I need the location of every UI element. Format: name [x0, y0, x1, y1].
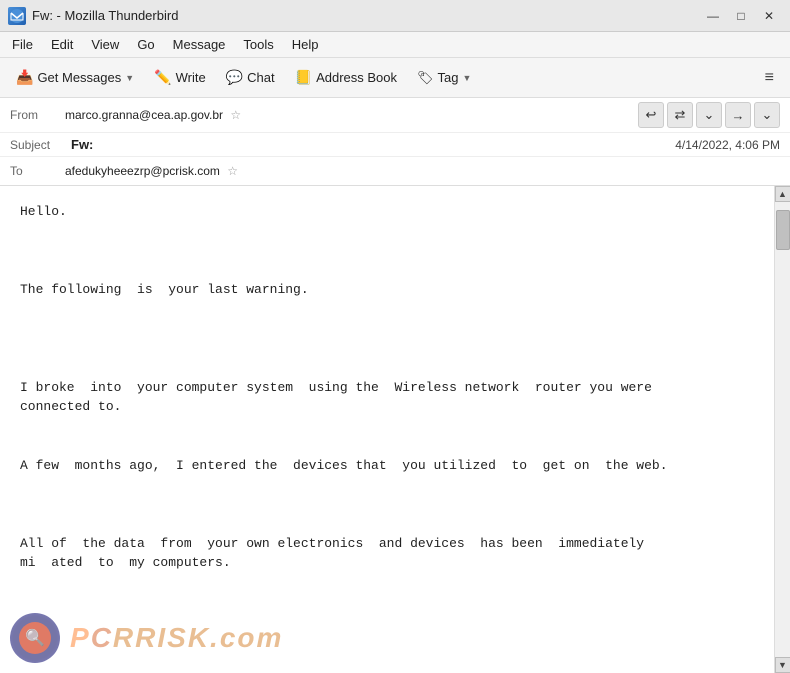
to-value: afedukyheeezrp@pcrisk.com ☆ — [65, 164, 780, 178]
get-messages-arrow[interactable]: ▼ — [125, 73, 134, 83]
close-button[interactable]: ✕ — [756, 5, 782, 27]
to-star-icon[interactable]: ☆ — [227, 164, 238, 178]
chat-icon: 💬 — [226, 69, 243, 86]
menu-file[interactable]: File — [4, 35, 41, 54]
from-value: marco.granna@cea.ap.gov.br ☆ — [65, 108, 638, 122]
write-label: Write — [176, 70, 206, 85]
window-controls[interactable]: — □ ✕ — [700, 5, 782, 27]
menu-message[interactable]: Message — [165, 35, 234, 54]
tag-icon: 🏷 — [417, 70, 434, 86]
email-header: From marco.granna@cea.ap.gov.br ☆ ↩ ⇄ ⌄ … — [0, 98, 790, 186]
from-row: From marco.granna@cea.ap.gov.br ☆ ↩ ⇄ ⌄ … — [0, 98, 790, 133]
more-button[interactable]: ⌄ — [754, 102, 780, 128]
reply-button[interactable]: ↩ — [638, 102, 664, 128]
menu-go[interactable]: Go — [129, 35, 162, 54]
tag-label: Tag — [438, 70, 459, 85]
scroll-track[interactable] — [776, 202, 790, 657]
toolbar: 📥 Get Messages ▼ ✏️ Write 💬 Chat 📒 Addre… — [0, 58, 790, 98]
scroll-down-arrow[interactable]: ▼ — [775, 657, 790, 673]
address-book-icon: 📒 — [295, 69, 312, 86]
from-star-icon[interactable]: ☆ — [230, 108, 241, 122]
scrollbar[interactable]: ▲ ▼ — [774, 186, 790, 673]
title-bar-left: Fw: - Mozilla Thunderbird — [8, 7, 178, 25]
reply-all-button[interactable]: ⇄ — [667, 102, 693, 128]
to-row: To afedukyheeezrp@pcrisk.com ☆ — [0, 157, 790, 185]
menu-view[interactable]: View — [83, 35, 127, 54]
get-messages-icon: 📥 — [16, 69, 33, 86]
app-icon — [8, 7, 26, 25]
menu-bar: File Edit View Go Message Tools Help — [0, 32, 790, 58]
prev-button[interactable]: ⌄ — [696, 102, 722, 128]
email-date: 4/14/2022, 4:06 PM — [675, 138, 780, 152]
chat-label: Chat — [247, 70, 274, 85]
write-icon: ✏️ — [154, 69, 171, 86]
window-title: Fw: - Mozilla Thunderbird — [32, 8, 178, 23]
tag-button[interactable]: 🏷 Tag ▼ — [409, 66, 479, 90]
minimize-button[interactable]: — — [700, 5, 726, 27]
subject-row: Subject Fw: 4/14/2022, 4:06 PM — [0, 133, 790, 157]
address-book-label: Address Book — [316, 70, 397, 85]
subject-label: Subject — [10, 138, 65, 152]
write-button[interactable]: ✏️ Write — [146, 65, 214, 90]
hamburger-menu[interactable]: ≡ — [757, 65, 782, 91]
scroll-thumb[interactable] — [776, 210, 790, 250]
menu-help[interactable]: Help — [284, 35, 327, 54]
nav-buttons[interactable]: ↩ ⇄ ⌄ → ⌄ — [638, 102, 780, 128]
address-book-button[interactable]: 📒 Address Book — [287, 65, 405, 90]
chat-button[interactable]: 💬 Chat — [218, 65, 283, 90]
from-label: From — [10, 108, 65, 122]
get-messages-button[interactable]: 📥 Get Messages ▼ — [8, 65, 142, 90]
tag-arrow[interactable]: ▼ — [463, 73, 472, 83]
to-address: afedukyheeezrp@pcrisk.com — [65, 164, 220, 178]
menu-tools[interactable]: Tools — [235, 35, 281, 54]
email-body: Hello. The following is your last warnin… — [0, 186, 774, 673]
subject-value: Fw: — [71, 137, 93, 152]
scroll-up-arrow[interactable]: ▲ — [775, 186, 790, 202]
to-label: To — [10, 164, 65, 178]
forward-button[interactable]: → — [725, 102, 751, 128]
maximize-button[interactable]: □ — [728, 5, 754, 27]
email-body-container: Hello. The following is your last warnin… — [0, 186, 790, 673]
menu-edit[interactable]: Edit — [43, 35, 81, 54]
get-messages-label: Get Messages — [37, 70, 121, 85]
title-bar: Fw: - Mozilla Thunderbird — □ ✕ — [0, 0, 790, 32]
from-address: marco.granna@cea.ap.gov.br — [65, 108, 223, 122]
